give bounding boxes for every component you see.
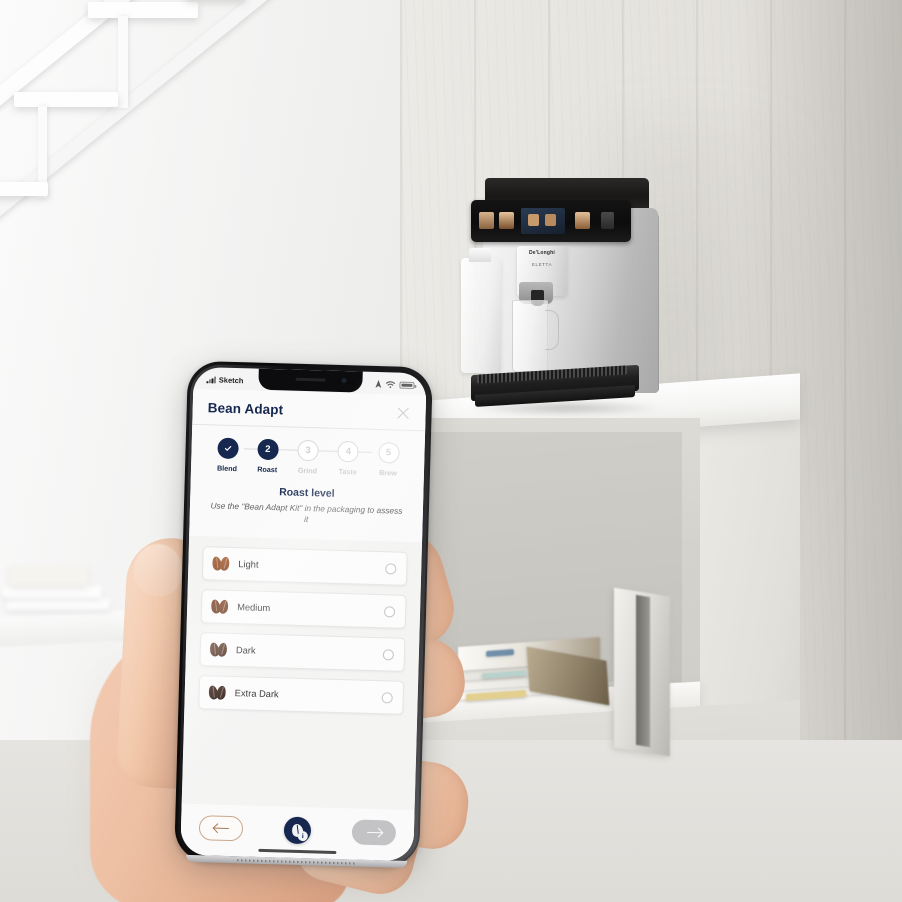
close-icon[interactable] xyxy=(395,405,410,420)
espresso-machine: De'Longhi ELETTA xyxy=(455,178,670,418)
machine-model-name: ELETTA xyxy=(531,262,553,267)
roast-option-dark[interactable]: Dark xyxy=(199,632,406,673)
roast-option-light[interactable]: Light xyxy=(201,546,408,587)
stepper-circle: 2 xyxy=(257,438,279,461)
roast-option-extra-dark[interactable]: Extra Dark xyxy=(198,675,405,716)
radio-button[interactable] xyxy=(382,649,395,661)
stepper-circle: 5 xyxy=(377,442,400,464)
stepper-label: Taste xyxy=(338,466,357,477)
coffee-bean-icon xyxy=(209,599,230,616)
stepper-label: Roast xyxy=(257,464,278,475)
drink-icon-latte xyxy=(575,212,590,229)
room-scene: De'Longhi ELETTA xyxy=(0,0,902,902)
stepper-step-brew[interactable]: 5 Brew xyxy=(368,442,409,478)
stepper-step-taste[interactable]: 4 Taste xyxy=(328,440,369,477)
bean-adapt-app: Bean Adapt Blend 2 Roast 3 Grind 4 Taste… xyxy=(180,388,427,862)
smartphone: Sketch Bean Adapt Blend 2 Roast 3 Grind … xyxy=(174,360,433,868)
phone-notch xyxy=(257,368,363,393)
section-title: Roast level xyxy=(278,486,335,500)
option-label: Light xyxy=(238,559,259,571)
thumbnail xyxy=(134,544,182,596)
machine-power-button xyxy=(601,212,614,229)
roast-option-medium[interactable]: Medium xyxy=(200,589,407,630)
coffee-bean-icon xyxy=(208,642,229,659)
radio-button[interactable] xyxy=(381,692,393,704)
option-label: Extra Dark xyxy=(234,688,279,700)
display-icon-1 xyxy=(528,214,539,226)
stair-tread xyxy=(14,92,118,107)
radio-button[interactable] xyxy=(385,563,397,575)
stepper-circle: 3 xyxy=(297,439,319,462)
milk-carafe-lid xyxy=(469,248,491,262)
location-arrow-icon xyxy=(375,379,382,389)
wifi-icon xyxy=(385,380,396,390)
section-subtitle: Use the "Bean Adapt Kit" in the packagin… xyxy=(210,500,403,525)
stepper-step-grind[interactable]: 3 Grind xyxy=(287,439,328,476)
status-bar-left: Sketch xyxy=(206,375,244,386)
front-camera xyxy=(340,377,347,384)
stepper-label: Brew xyxy=(379,468,397,478)
page-title: Bean Adapt xyxy=(207,400,284,418)
stair-tread xyxy=(0,182,48,196)
display-icon-2 xyxy=(545,214,556,226)
stepper-step-roast[interactable]: 2 Roast xyxy=(247,438,288,474)
drink-icon-cappuccino xyxy=(499,212,514,229)
battery-icon xyxy=(399,381,415,390)
section-header: Roast level Use the "Bean Adapt Kit" in … xyxy=(189,475,424,543)
coffee-bean-icon xyxy=(207,685,228,702)
drink-icon-espresso xyxy=(479,212,494,229)
phone-screen: Sketch Bean Adapt Blend 2 Roast 3 Grind … xyxy=(180,366,427,862)
arrow-left-icon xyxy=(213,824,228,833)
check-icon xyxy=(224,445,231,451)
radio-button[interactable] xyxy=(383,606,396,618)
milk-carafe xyxy=(461,258,501,373)
bean-info-button[interactable]: i xyxy=(283,816,312,845)
status-bar-right xyxy=(375,379,415,390)
stepper-label: Blend xyxy=(216,463,238,474)
option-label: Dark xyxy=(235,645,256,657)
coffee-bean-icon xyxy=(211,556,231,573)
next-button[interactable] xyxy=(351,819,397,846)
machine-brand-logo: De'Longhi xyxy=(528,250,556,256)
stepper-label: Grind xyxy=(297,465,318,476)
stair-tread xyxy=(88,2,198,18)
arrow-right-icon xyxy=(366,828,381,837)
stepper-circle: 4 xyxy=(337,440,360,463)
earpiece-speaker xyxy=(295,377,326,382)
stair-riser xyxy=(118,16,128,108)
progress-stepper: Blend 2 Roast 3 Grind 4 Taste 5 Brew xyxy=(190,424,426,483)
roast-option-list: Light Medium Dark Extra Dark xyxy=(182,536,422,810)
stepper-circle xyxy=(216,437,239,460)
info-badge: i xyxy=(297,830,308,842)
glass-cup xyxy=(512,300,548,372)
carrier-label: Sketch xyxy=(218,375,244,386)
signal-bars-icon xyxy=(206,376,216,384)
glass-cup-handle xyxy=(545,310,559,350)
back-button[interactable] xyxy=(198,815,244,842)
magazine-spine xyxy=(636,594,650,748)
option-label: Medium xyxy=(237,602,271,614)
stepper-step-blend[interactable]: Blend xyxy=(207,437,248,473)
machine-control-panel xyxy=(471,200,631,242)
